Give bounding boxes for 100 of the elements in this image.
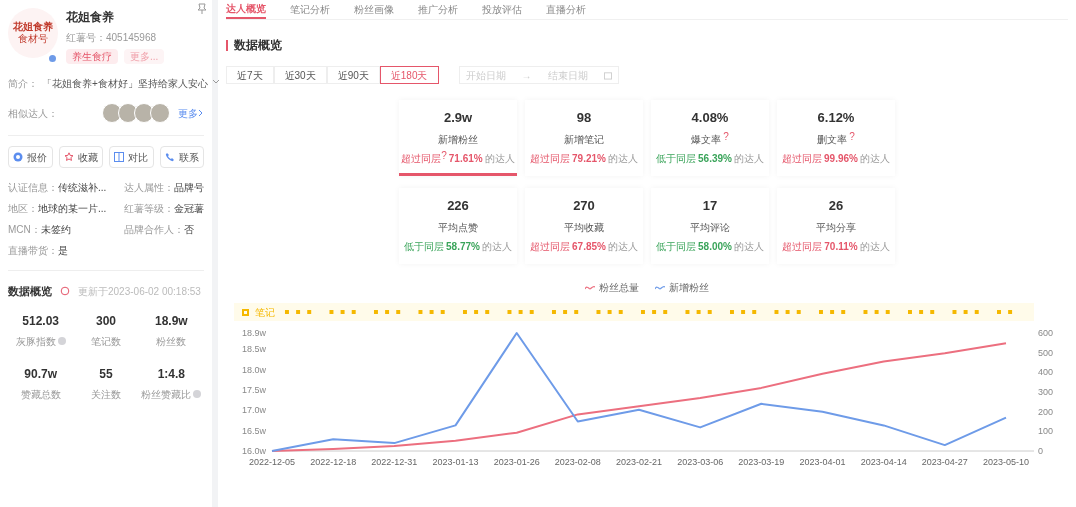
metric-card[interactable]: 6.12% 删文率 ? 超过同层 99.96% 的达人 xyxy=(777,100,895,176)
axis-label: 2023-01-26 xyxy=(493,457,540,467)
compare-prefix: 低于同层 xyxy=(656,239,697,254)
info-value: 未签约 xyxy=(40,223,71,237)
metric-card[interactable]: 2.9w 新增粉丝 超过同层? 71.61% 的达人 xyxy=(399,100,517,176)
avatar[interactable] xyxy=(134,103,154,123)
avatar[interactable] xyxy=(118,103,138,123)
compare-percent: 67.85% xyxy=(572,239,606,254)
compare-percent: 56.39% xyxy=(698,151,732,166)
stat-label: 笔记数 xyxy=(91,334,121,349)
avatar[interactable] xyxy=(102,103,122,123)
compare-suffix: 的达人 xyxy=(733,239,764,254)
axis-label: 2023-04-27 xyxy=(921,457,968,467)
axis-label: 0 xyxy=(1038,446,1043,456)
metric-card[interactable]: 226 平均点赞 低于同层 58.77% 的达人 xyxy=(399,188,517,264)
calendar-icon xyxy=(603,70,612,80)
action-button[interactable]: 对比 xyxy=(109,146,154,168)
axis-label: 2023-01-13 xyxy=(432,457,479,467)
stat-value: 300 xyxy=(95,312,116,330)
section-title: 数据概览 xyxy=(234,37,282,54)
tab[interactable]: 推广分析 xyxy=(418,0,458,19)
stat-label: 关注数 xyxy=(91,387,121,402)
stat-value: 18.9w xyxy=(154,312,188,330)
metric-value: 6.12% xyxy=(817,109,855,127)
axis-label: 2023-03-06 xyxy=(677,457,724,467)
metric-value: 270 xyxy=(573,197,595,215)
overview-title: 数据概览 xyxy=(8,284,52,299)
metric-label: 平均分享 xyxy=(816,220,856,235)
metric-card[interactable]: 270 平均收藏 超过同层 67.85% 的达人 xyxy=(525,188,643,264)
metric-card[interactable]: 98 新增笔记 超过同层 79.21% 的达人 xyxy=(525,100,643,176)
info-value: 否 xyxy=(184,223,194,237)
info-label: 品牌合作人： xyxy=(124,223,184,237)
action-button[interactable]: 联系 xyxy=(159,146,204,168)
axis-label: 18.5w xyxy=(241,344,266,355)
help-icon[interactable] xyxy=(57,337,66,345)
compare-prefix: 低于同层 xyxy=(404,239,445,254)
chevron-right-icon xyxy=(198,109,204,117)
more-link[interactable]: 更多 xyxy=(178,105,204,121)
help-mark[interactable]: ? xyxy=(723,131,729,142)
note-marker-icon xyxy=(242,308,249,316)
metric-value: 226 xyxy=(447,197,469,215)
compare-suffix: 的达人 xyxy=(484,151,515,166)
refresh-icon[interactable] xyxy=(60,286,70,297)
compare-percent: 99.96% xyxy=(824,151,858,166)
axis-label: 16.5w xyxy=(241,425,266,436)
compare-percent: 70.11% xyxy=(824,239,858,254)
compare-percent: 58.77% xyxy=(446,239,480,254)
axis-label: 600 xyxy=(1038,328,1054,338)
info-value: 是 xyxy=(58,244,68,258)
range-button[interactable]: 近7天 xyxy=(226,66,274,84)
info-label: 达人属性： xyxy=(124,181,174,195)
metric-card[interactable]: 26 平均分享 超过同层 70.11% 的达人 xyxy=(777,188,895,264)
help-mark[interactable]: ? xyxy=(441,150,447,161)
chevron-down-icon[interactable] xyxy=(211,79,220,85)
action-button[interactable]: 报价 xyxy=(8,146,53,168)
help-mark[interactable]: ? xyxy=(849,131,855,142)
action-button[interactable]: 收藏 xyxy=(58,146,103,168)
tag: 养生食疗 xyxy=(66,49,118,64)
axis-label: 2022-12-18 xyxy=(310,457,357,467)
logo-subtitle: 食材号 xyxy=(18,34,48,44)
star-icon xyxy=(63,152,74,162)
tab[interactable]: 粉丝画像 xyxy=(354,0,394,19)
range-button[interactable]: 近180天 xyxy=(379,66,439,84)
info-label: 直播带货： xyxy=(8,244,58,258)
compare-suffix: 的达人 xyxy=(607,151,638,166)
axis-label: 2023-02-21 xyxy=(616,457,662,467)
pin-icon[interactable] xyxy=(196,2,208,14)
info-label: 认证信息： xyxy=(8,181,58,195)
range-separator: → xyxy=(521,68,532,83)
avatar[interactable] xyxy=(150,103,170,123)
range-button[interactable]: 近90天 xyxy=(326,66,380,84)
compare-prefix: 超过同层 xyxy=(401,152,442,166)
metric-value: 2.9w xyxy=(443,109,473,127)
metric-card[interactable]: 17 平均评论 低于同层 58.00% 的达人 xyxy=(651,188,769,264)
range-button[interactable]: 近30天 xyxy=(273,66,327,84)
axis-label: 2023-03-19 xyxy=(738,457,785,467)
intro-label: 简介： xyxy=(8,77,38,91)
compare-prefix: 超过同层 xyxy=(530,239,571,254)
tab[interactable]: 笔记分析 xyxy=(290,0,330,19)
compare-prefix: 超过同层 xyxy=(782,151,823,166)
compare-prefix: 超过同层 xyxy=(530,151,571,166)
logo-title: 花姐食养 xyxy=(13,22,53,32)
profile-name: 花姐食养 xyxy=(66,9,115,26)
compare-prefix: 低于同层 xyxy=(656,151,697,166)
title-accent xyxy=(226,39,228,51)
stat-label: 赞藏总数 xyxy=(20,387,61,402)
metric-label: 新增笔记 xyxy=(564,132,604,147)
axis-label: 18.9w xyxy=(241,328,266,338)
stat-value: 512.03 xyxy=(22,312,59,330)
metric-card[interactable]: 4.08% 爆文率 ? 低于同层 56.39% 的达人 xyxy=(651,100,769,176)
compare-suffix: 的达人 xyxy=(859,151,890,166)
tab[interactable]: 直播分析 xyxy=(546,0,586,19)
legend-label: 粉丝总量 xyxy=(599,281,639,295)
tab[interactable]: 达人概览 xyxy=(226,0,266,19)
stat-label: 灰豚指数 xyxy=(15,334,56,349)
compare-suffix: 的达人 xyxy=(859,239,890,254)
stat-label: 粉丝数 xyxy=(156,334,187,349)
help-icon[interactable] xyxy=(193,390,202,398)
metric-label: 删文率 xyxy=(817,132,848,147)
tab[interactable]: 投放评估 xyxy=(482,0,522,19)
